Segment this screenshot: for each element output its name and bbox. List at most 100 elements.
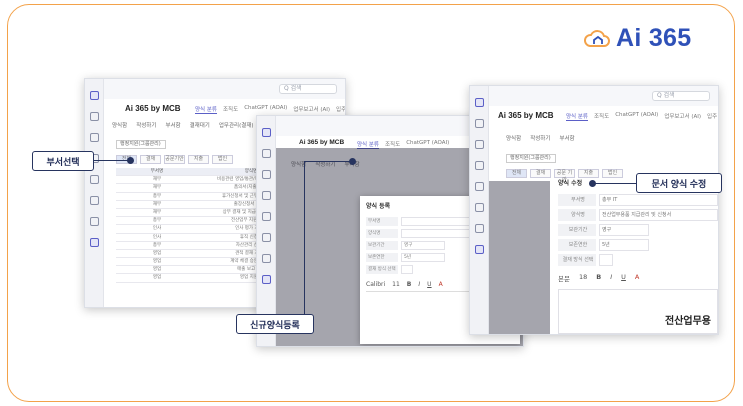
field-label: 양식명: [366, 229, 398, 238]
tab-form-category[interactable]: 양식 분류: [566, 112, 588, 121]
underline-button[interactable]: U: [427, 281, 431, 288]
calls-icon[interactable]: [261, 212, 271, 221]
callout-dot: [589, 180, 596, 187]
style-select[interactable]: 본문: [558, 273, 570, 283]
field-row: 보존연한 5년: [558, 238, 718, 252]
search-input[interactable]: Q 검색: [652, 91, 710, 101]
field-row: 양식명 전산업무용품 지급관리 및 신청서: [558, 208, 718, 222]
font-size-select[interactable]: 18: [579, 273, 587, 283]
teams-icon[interactable]: [261, 170, 271, 179]
category-corp-button[interactable]: 법인: [212, 155, 233, 164]
app-icon[interactable]: [474, 224, 484, 233]
field-label: 양식명: [558, 209, 596, 221]
calls-icon[interactable]: [474, 182, 484, 191]
italic-button[interactable]: I: [610, 273, 612, 283]
teams-icon[interactable]: [474, 140, 484, 149]
category-approval-button[interactable]: 결재: [530, 169, 551, 178]
calendar-icon[interactable]: [474, 161, 484, 170]
menu-approval-wait[interactable]: 결재대기: [190, 121, 210, 129]
app-title: Ai 365 by MCB: [125, 104, 181, 113]
font-select[interactable]: Calibri: [366, 281, 385, 288]
tab-org-chart[interactable]: 조직도: [594, 112, 609, 121]
menu-form-box[interactable]: 양식함: [506, 134, 521, 142]
callout-edit-form-label: 문서 양식 수정: [651, 178, 707, 189]
category-expense-button[interactable]: 지출: [578, 169, 599, 178]
menu-approval-mgmt[interactable]: 업무관리(결재): [219, 121, 254, 129]
chat-icon[interactable]: [89, 112, 99, 121]
category-buttons: 전체 결재 공문 기안 지출 법인: [506, 169, 623, 183]
teams-rail: [470, 86, 489, 334]
tab-report[interactable]: 업무보고서 (AI): [664, 112, 701, 121]
font-color-button[interactable]: A: [439, 281, 443, 288]
tab-chatgpt[interactable]: ChatGPT (AOAI): [615, 112, 658, 121]
menu-form-box[interactable]: 양식함: [112, 121, 127, 129]
calls-icon[interactable]: [89, 175, 99, 184]
category-corp-button[interactable]: 법인: [602, 169, 623, 178]
dept-name-field[interactable]: 총무 IT: [599, 194, 718, 206]
retention-select[interactable]: 영구: [401, 241, 445, 250]
calendar-icon[interactable]: [261, 191, 271, 200]
approval-type-field[interactable]: [599, 254, 613, 266]
cell-dept: 영업: [152, 267, 162, 273]
field-row: 결재 방식 선택: [558, 253, 718, 267]
field-label: 결재 방식 선택: [558, 254, 596, 266]
search-input[interactable]: Q 검색: [279, 84, 337, 94]
approval-type-field[interactable]: [401, 265, 413, 274]
category-draft-button[interactable]: 공문 기안: [554, 169, 575, 183]
cloud-house-icon: [584, 30, 610, 47]
bold-button[interactable]: B: [596, 273, 601, 283]
onedrive-icon[interactable]: [261, 233, 271, 242]
category-expense-button[interactable]: 지출: [188, 155, 209, 164]
app-icon[interactable]: [261, 254, 271, 263]
font-size-select[interactable]: 11: [392, 281, 400, 288]
menu-write[interactable]: 작성하기: [530, 134, 550, 142]
font-color-button[interactable]: A: [635, 273, 639, 283]
activity-icon[interactable]: [89, 91, 99, 100]
field-label: 보존연한: [366, 253, 398, 262]
bold-button[interactable]: B: [407, 281, 412, 288]
tab-form-category[interactable]: 양식 분류: [195, 105, 217, 114]
window-edit-form: Q 검색 Ai 365 by MCB 양식 분류 조직도 ChatGPT (AO…: [469, 85, 719, 335]
dept-filter-select[interactable]: 행정지원(그룹관리): [506, 154, 556, 163]
callout-edit-form: 문서 양식 수정: [636, 173, 722, 193]
tab-extra[interactable]: 입주 작동: [707, 112, 718, 121]
callout-new-form: 신규양식등록: [236, 314, 314, 334]
category-approval-button[interactable]: 결재: [140, 155, 161, 164]
field-row: 보관기간 영구: [558, 223, 718, 237]
underline-button[interactable]: U: [621, 273, 626, 283]
preservation-select[interactable]: 5년: [599, 239, 649, 251]
ai365-app-icon[interactable]: [89, 238, 99, 247]
app-icon[interactable]: [89, 217, 99, 226]
document-editor[interactable]: 전산업무용: [558, 289, 718, 334]
preservation-select[interactable]: 5년: [401, 253, 445, 262]
sub-menu: 양식함 작성하기 부서함: [506, 134, 575, 142]
teams-icon[interactable]: [89, 133, 99, 142]
onedrive-icon[interactable]: [89, 196, 99, 205]
callout-dept-select: 부서선택: [32, 151, 94, 171]
cell-dept: 재무: [152, 201, 162, 207]
form-name-field[interactable]: 전산업무용품 지급관리 및 신청서: [599, 209, 718, 221]
retention-select[interactable]: 영구: [599, 224, 649, 236]
category-all-button[interactable]: 전체: [506, 169, 527, 178]
onedrive-icon[interactable]: [474, 203, 484, 212]
dept-filter-select[interactable]: 행정지원(그룹관리): [116, 140, 166, 149]
activity-icon[interactable]: [261, 128, 271, 137]
callout-dept-select-label: 부서선택: [46, 156, 80, 167]
field-row: 부서명 총무 IT: [558, 193, 718, 207]
tab-chatgpt[interactable]: ChatGPT (AOAI): [244, 105, 287, 114]
tab-report[interactable]: 업무보고서 (AI): [293, 105, 330, 114]
tab-extra[interactable]: 입주 작동: [336, 105, 345, 114]
activity-icon[interactable]: [474, 98, 484, 107]
app-title: Ai 365 by MCB: [299, 139, 345, 146]
menu-dept-box[interactable]: 부서함: [165, 121, 180, 129]
menu-write[interactable]: 작성하기: [136, 121, 156, 129]
field-label: 보관기간: [558, 224, 596, 236]
ai365-app-icon[interactable]: [261, 275, 271, 284]
menu-dept-box[interactable]: 부서함: [559, 134, 574, 142]
italic-button[interactable]: I: [418, 281, 420, 288]
chat-icon[interactable]: [474, 119, 484, 128]
chat-icon[interactable]: [261, 149, 271, 158]
tab-org-chart[interactable]: 조직도: [223, 105, 238, 114]
ai365-app-icon[interactable]: [474, 245, 484, 254]
category-draft-button[interactable]: 공문기안: [164, 155, 185, 164]
